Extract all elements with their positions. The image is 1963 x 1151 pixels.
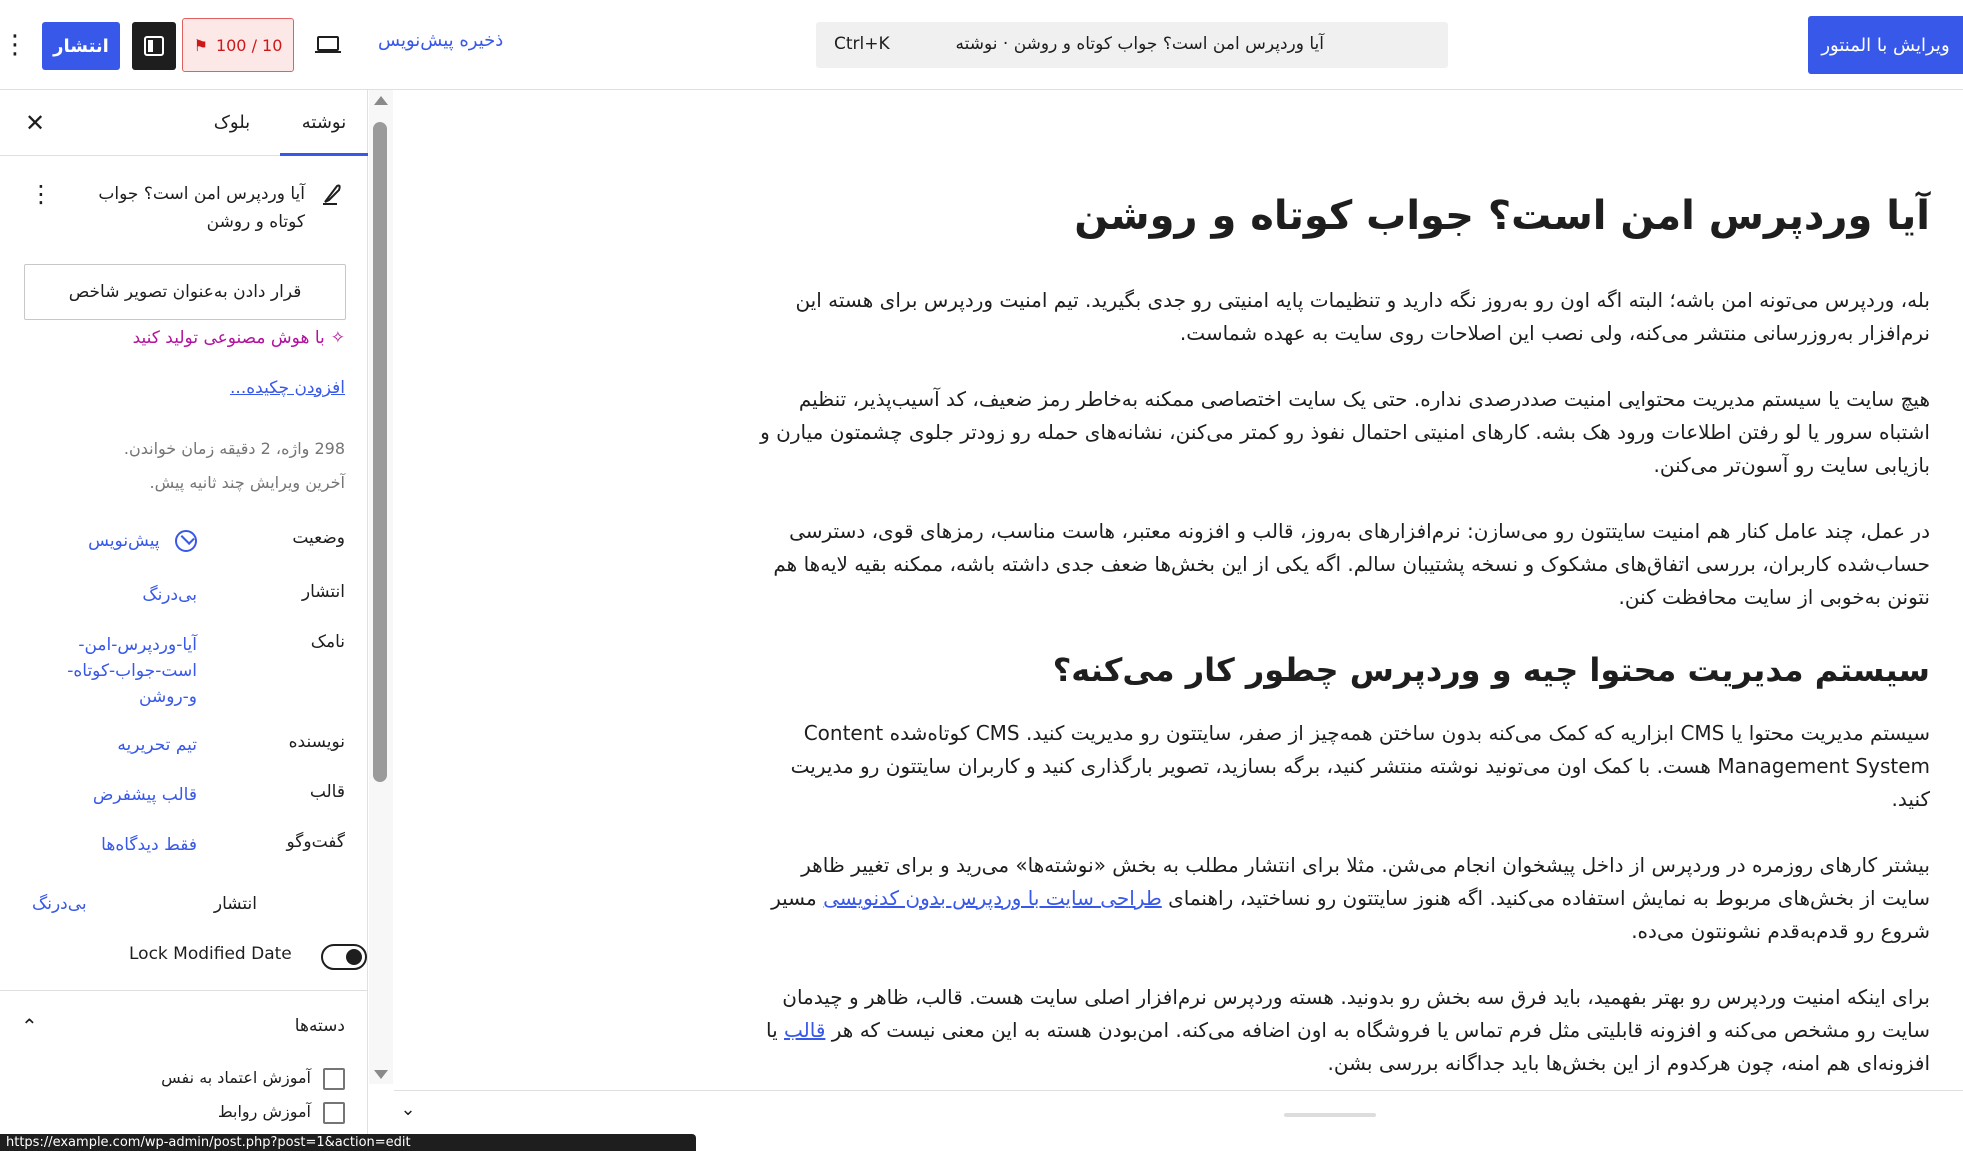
command-palette[interactable]: Ctrl+K آیا وردپرس امن است؟ جواب کوتاه و …	[816, 22, 1448, 68]
category-item[interactable]: آموزش اعتماد به نفس	[21, 1066, 345, 1092]
slug-value-button[interactable]: آیا-وردپرس-امن-است-جواب-کوتاه-و-روشن	[57, 632, 197, 710]
editor-canvas: آیا وردپرس امن است؟ جواب کوتاه و روشن بل…	[394, 90, 1963, 1090]
publish-button[interactable]: انتشار	[42, 22, 120, 70]
category-checkbox[interactable]	[323, 1068, 345, 1090]
chevron-up-icon: ⌃	[21, 1014, 38, 1038]
sidebar-scrollbar[interactable]	[369, 90, 393, 1084]
tab-post[interactable]: نوشته	[280, 90, 368, 156]
scroll-up-arrow-icon[interactable]	[374, 96, 388, 105]
status-value: پیش‌نویس	[88, 531, 160, 551]
post-feather-icon	[323, 184, 341, 205]
template-value-button[interactable]: قالب پیشفرض	[93, 782, 197, 808]
author-value-button[interactable]: تیم تحریریه	[117, 732, 197, 758]
set-featured-image-button[interactable]: قرار دادن به‌عنوان تصویر شاخص	[24, 264, 346, 320]
sidebar-tabs: نوشته بلوک ✕	[0, 90, 368, 156]
sidebar-icon	[144, 36, 164, 56]
categories-panel-header[interactable]: دسته‌ها ⌃	[21, 1014, 345, 1046]
word-count-text: 298 واژه، 2 دقیقه زمان خواندن.	[123, 439, 345, 458]
draft-status-icon	[175, 530, 197, 552]
schedule-publish-label: انتشار	[213, 894, 257, 914]
options-more-icon[interactable]: ⋮	[2, 30, 28, 60]
sparkle-icon: ✧	[330, 328, 345, 348]
ai-generate-link[interactable]: ✧ با هوش مصنوعی تولید کنید	[133, 328, 345, 348]
block-breadcrumb-bar: ⌄	[394, 1090, 1963, 1134]
categories-title: دسته‌ها	[294, 1016, 345, 1036]
chevron-down-icon[interactable]: ⌄	[394, 1099, 422, 1120]
schedule-publish-value[interactable]: بی‌درنگ	[32, 894, 87, 914]
lock-modified-date-toggle[interactable]	[321, 944, 367, 970]
tab-block[interactable]: بلوک	[196, 90, 268, 156]
editor-header: ⋮ انتشار ⚑ 100 / 10 ذخیره پیش‌نویس Ctrl+…	[0, 0, 1963, 90]
status-label: وضعیت	[292, 528, 345, 548]
post-card: آیا وردپرس امن است؟ جواب کوتاه و روشن ⋮	[25, 180, 345, 240]
score-icon: ⚑	[193, 35, 208, 55]
desktop-icon	[315, 36, 341, 53]
post-content: آیا وردپرس امن است؟ جواب کوتاه و روشن بل…	[760, 188, 1930, 1090]
paragraph-block[interactable]: هیچ سایت یا سیستم مدیریت محتوایی امنیت ص…	[760, 383, 1930, 482]
discussion-label: گفت‌وگو	[286, 832, 345, 852]
post-stats: 298 واژه، 2 دقیقه زمان خواندن. آخرین ویر…	[124, 432, 345, 500]
paragraph-block[interactable]: برای اینکه امنیت وردپرس رو بهتر بفهمید، …	[760, 981, 1930, 1080]
paragraph-text: برای اینکه امنیت وردپرس رو بهتر بفهمید، …	[782, 985, 1930, 1042]
slug-label: نامک	[310, 632, 345, 652]
settings-sidebar: نوشته بلوک ✕ آیا وردپرس امن است؟ جواب کو…	[0, 90, 368, 1135]
theme-link[interactable]: قالب	[784, 1018, 825, 1042]
heading-block[interactable]: سیستم مدیریت محتوا چیه و وردپرس چطور کار…	[760, 647, 1930, 693]
panel-divider	[0, 990, 368, 991]
category-checkbox[interactable]	[323, 1102, 345, 1124]
publish-value-button[interactable]: بی‌درنگ	[142, 582, 197, 608]
ai-generate-label: با هوش مصنوعی تولید کنید	[132, 328, 325, 348]
command-document-title: آیا وردپرس امن است؟ جواب کوتاه و روشن · …	[955, 34, 1324, 54]
paragraph-block[interactable]: در عمل، چند عامل کنار هم امنیت سایتتون ر…	[760, 515, 1930, 614]
post-card-title: آیا وردپرس امن است؟ جواب کوتاه و روشن	[98, 184, 305, 232]
category-label: آموزش اعتماد به نفس	[161, 1068, 311, 1087]
template-label: قالب	[309, 782, 345, 802]
toggle-settings-sidebar-button[interactable]	[132, 22, 176, 70]
discussion-value-button[interactable]: فقط دیدگاه‌ها	[101, 832, 197, 858]
category-item[interactable]: آموزش روابط	[21, 1100, 345, 1126]
add-excerpt-link[interactable]: افزودن چکیده...	[230, 378, 345, 398]
scroll-down-arrow-icon[interactable]	[374, 1070, 388, 1079]
lock-modified-date-label: Lock Modified Date	[129, 944, 292, 964]
save-draft-button[interactable]: ذخیره پیش‌نویس	[378, 30, 503, 51]
publish-label: انتشار	[301, 582, 345, 602]
status-value-button[interactable]: پیش‌نویس	[88, 528, 197, 554]
lock-modified-date-row: Lock Modified Date	[21, 942, 367, 972]
status-url-bar: https://example.com/wp-admin/post.php?po…	[0, 1134, 696, 1151]
seo-score-button[interactable]: ⚑ 100 / 10	[182, 18, 294, 72]
post-title[interactable]: آیا وردپرس امن است؟ جواب کوتاه و روشن	[760, 188, 1930, 244]
device-preview-button[interactable]	[312, 30, 344, 60]
paragraph-block[interactable]: بله، وردپرس می‌تونه امن باشه؛ البته اگه …	[760, 284, 1930, 350]
category-label: آموزش روابط	[217, 1102, 311, 1121]
close-icon[interactable]: ✕	[22, 110, 48, 136]
edit-with-elementor-button[interactable]: ویرایش با المنتور	[1808, 16, 1963, 74]
author-label: نویسنده	[288, 732, 345, 752]
scrollbar-thumb[interactable]	[373, 122, 387, 782]
last-edit-text: آخرین ویرایش چند ثانیه پیش.	[149, 473, 345, 492]
wordpress-no-code-guide-link[interactable]: طراحی سایت با وردپرس بدون کدنویسی	[823, 886, 1162, 910]
resize-handle[interactable]	[1284, 1113, 1376, 1117]
paragraph-block[interactable]: سیستم مدیریت محتوا یا CMS ابزاریه که کمک…	[760, 717, 1930, 816]
paragraph-block[interactable]: بیشتر کارهای روزمره در وردپرس از داخل پی…	[760, 849, 1930, 948]
post-actions-more-icon[interactable]: ⋮	[29, 182, 53, 206]
command-shortcut: Ctrl+K	[834, 34, 890, 54]
seo-score-value: 100 / 10	[215, 35, 283, 55]
